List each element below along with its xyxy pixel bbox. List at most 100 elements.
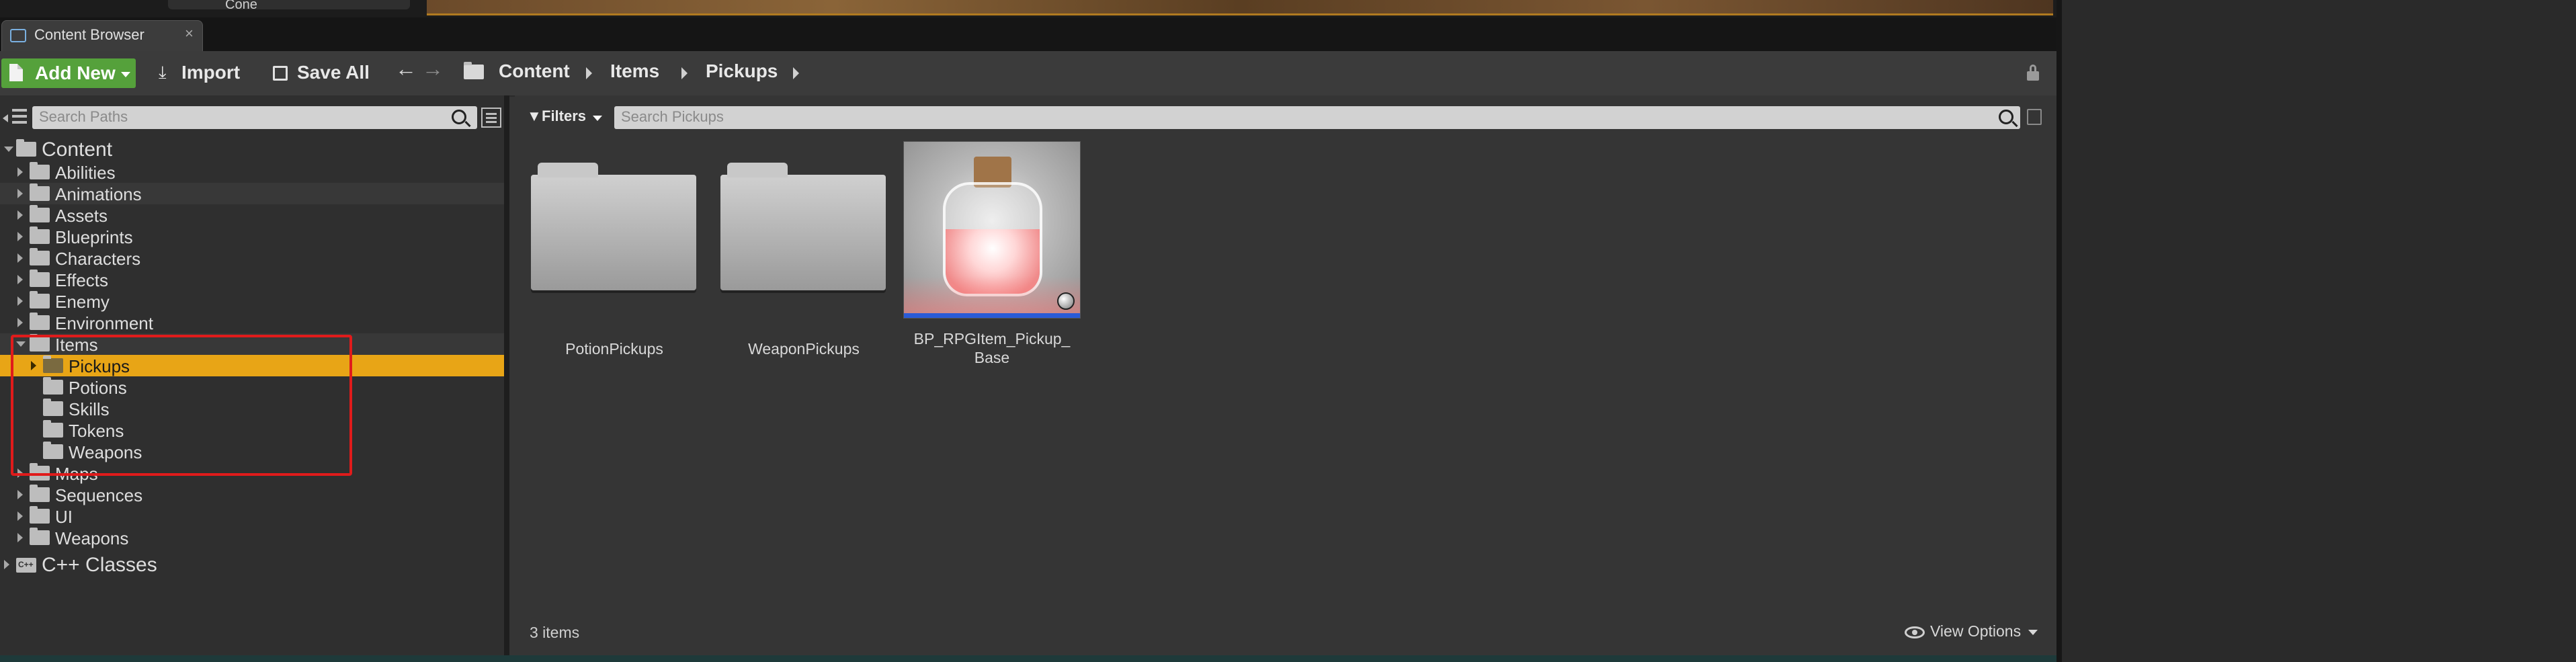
tab-content-browser[interactable]: Content Browser ×	[1, 20, 203, 51]
tree-item-environment[interactable]: Environment	[0, 312, 504, 333]
expand-arrow-icon[interactable]	[17, 210, 23, 220]
folder-icon	[30, 226, 50, 244]
tree-item-characters[interactable]: Characters	[0, 247, 504, 269]
tab-row	[0, 17, 2056, 51]
tree-item-blueprints[interactable]: Blueprints	[0, 226, 504, 247]
chevron-down-icon	[2028, 630, 2038, 635]
folder-icon	[720, 163, 886, 290]
save-all-label: Save All	[297, 62, 370, 83]
view-options-label: View Options	[1930, 622, 2022, 640]
tree-item-label: Characters	[55, 249, 141, 269]
tree-item-animations[interactable]: Animations	[0, 183, 504, 204]
top-asset-chip: Cone	[168, 0, 410, 12]
tree-item-ui[interactable]: UI	[0, 505, 504, 527]
top-asset-label: Cone	[225, 0, 257, 12]
expand-arrow-icon[interactable]	[17, 533, 23, 542]
path-view-options-icon[interactable]	[481, 108, 501, 128]
asset-tile-folder[interactable]: WeaponPickups	[718, 161, 890, 363]
empty-editor-area	[2056, 0, 2576, 662]
breadcrumb-content[interactable]: Content	[499, 60, 570, 82]
expand-arrow-icon[interactable]	[17, 511, 23, 521]
tree-item-assets[interactable]: Assets	[0, 204, 504, 226]
tree-item-weapons[interactable]: Weapons	[0, 527, 504, 548]
asset-name: PotionPickups	[565, 340, 663, 358]
filters-button[interactable]: ▼ Filters	[526, 106, 606, 129]
tree-item-sequences[interactable]: Sequences	[0, 484, 504, 505]
folder-path-icon	[464, 62, 484, 79]
add-new-button[interactable]: Add New	[1, 58, 136, 88]
save-search-icon[interactable]	[2027, 109, 2042, 125]
filter-icon: ▼	[527, 108, 542, 124]
expand-arrow-icon[interactable]	[17, 318, 23, 327]
tree-item-label: Content	[42, 138, 113, 161]
tree-item-label: Effects	[55, 270, 109, 290]
tree-item-effects[interactable]: Effects	[0, 269, 504, 290]
breadcrumb-separator-icon[interactable]	[586, 67, 592, 79]
tree-item-label: Abilities	[55, 163, 116, 183]
save-all-button[interactable]: Save All	[270, 62, 378, 86]
expand-arrow-icon[interactable]	[4, 560, 9, 569]
forward-arrow-icon[interactable]: →	[422, 56, 444, 81]
close-icon[interactable]: ×	[185, 25, 194, 42]
tree-item-enemy[interactable]: Enemy	[0, 290, 504, 312]
potion-thumbnail	[903, 141, 1081, 319]
import-label: Import	[181, 62, 241, 83]
tree-item-label: Blueprints	[55, 227, 133, 247]
breadcrumb-pickups[interactable]: Pickups	[706, 60, 778, 82]
import-icon: ⤓	[159, 62, 167, 82]
lock-icon[interactable]	[2026, 65, 2039, 81]
tree-item-label: C++ Classes	[42, 554, 157, 576]
new-document-icon	[9, 64, 23, 81]
folder-icon	[30, 506, 50, 524]
sphere-icon	[1057, 292, 1075, 310]
tree-root-cpp-classes[interactable]: C++ C++ Classes	[0, 554, 504, 576]
folder-icon	[16, 139, 36, 157]
asset-tile-blueprint[interactable]: BP_RPGItem_Pickup_ Base	[903, 141, 1081, 370]
breadcrumb-separator-icon[interactable]	[681, 67, 688, 79]
cpp-folder-icon: C++	[16, 558, 36, 573]
asset-name-line1: BP_RPGItem_Pickup_	[913, 330, 1071, 347]
eye-icon	[1905, 626, 1925, 638]
bottom-status-line	[0, 655, 2056, 662]
top-viewport-strip: Cone	[0, 0, 2056, 17]
tree-item-label: Assets	[55, 206, 108, 226]
asset-tile-folder[interactable]: PotionPickups	[528, 161, 700, 363]
expand-arrow-icon[interactable]	[17, 232, 23, 241]
expand-arrow-icon[interactable]	[17, 253, 23, 263]
expand-arrow-icon[interactable]	[17, 490, 23, 499]
expand-arrow-icon[interactable]	[4, 147, 13, 152]
filters-label: Filters	[542, 108, 587, 124]
sources-collapse-icon[interactable]	[3, 106, 28, 128]
search-assets-placeholder: Search Pickups	[621, 108, 724, 125]
expand-arrow-icon[interactable]	[17, 296, 23, 306]
tree-item-label: Sequences	[55, 485, 143, 505]
chevron-down-icon	[121, 72, 130, 77]
folder-icon	[30, 528, 50, 545]
search-paths-input[interactable]: Search Paths	[32, 106, 477, 129]
tree-item-label: Enemy	[55, 292, 110, 312]
tree-item-label: UI	[55, 507, 73, 527]
tree-root-content[interactable]: Content	[0, 138, 504, 161]
folder-icon	[30, 270, 50, 287]
back-arrow-icon[interactable]: ←	[395, 56, 417, 81]
breadcrumb-separator-icon[interactable]	[793, 67, 799, 79]
folder-icon	[531, 163, 696, 290]
folder-icon	[30, 205, 50, 222]
folder-icon	[30, 162, 50, 179]
search-assets-input[interactable]: Search Pickups	[614, 106, 2020, 129]
expand-arrow-icon[interactable]	[17, 189, 23, 198]
highlight-box	[11, 335, 352, 476]
expand-arrow-icon[interactable]	[17, 275, 23, 284]
view-options-button[interactable]: View Options	[1902, 621, 2043, 644]
content-browser-icon	[10, 29, 26, 42]
add-new-label: Add New	[35, 63, 116, 83]
tree-item-abilities[interactable]: Abilities	[0, 161, 504, 183]
search-paths-placeholder: Search Paths	[39, 108, 128, 125]
chevron-down-icon	[593, 116, 602, 121]
tree-item-label: Weapons	[55, 528, 129, 548]
tree-item-label: Animations	[55, 184, 142, 204]
tab-title: Content Browser	[34, 26, 144, 43]
expand-arrow-icon[interactable]	[17, 167, 23, 177]
breadcrumb-items[interactable]: Items	[610, 60, 659, 82]
import-button[interactable]: ⤓ Import	[157, 62, 245, 86]
